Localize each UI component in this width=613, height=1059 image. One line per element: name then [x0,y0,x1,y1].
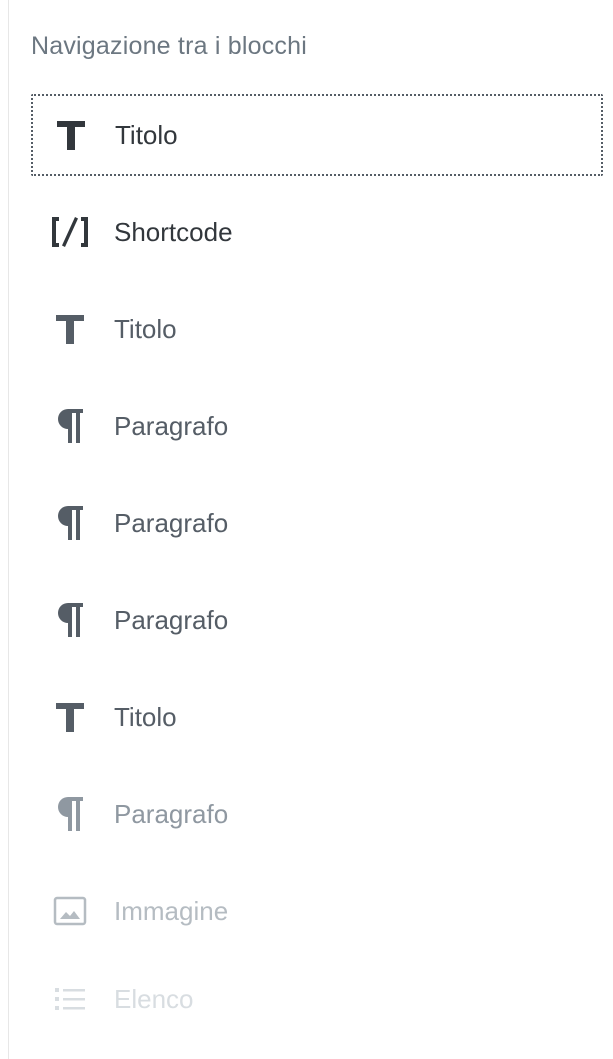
heading-icon [51,115,91,155]
shortcode-icon [50,212,90,252]
block-item-paragraph[interactable]: Paragrafo [31,385,603,467]
block-list: Titolo Shortcode Titolo Paragrafo Paragr… [31,94,603,1046]
block-item-image[interactable]: Immagine [31,870,603,952]
image-icon [50,891,90,931]
heading-icon [50,309,90,349]
block-item-label: Paragrafo [114,410,229,441]
block-item-label: Paragrafo [114,798,229,829]
block-item-label: Titolo [115,119,178,150]
block-item-shortcode[interactable]: Shortcode [31,191,603,273]
block-item-paragraph[interactable]: Paragrafo [31,482,603,564]
block-item-label: Titolo [114,313,177,344]
list-icon [50,979,90,1019]
block-item-label: Elenco [114,983,194,1014]
block-item-label: Paragrafo [114,507,229,538]
block-item-label: Immagine [114,895,229,926]
block-item-paragraph[interactable]: Paragrafo [31,773,603,855]
paragraph-icon [50,503,90,543]
paragraph-icon [50,406,90,446]
block-navigation-panel: Navigazione tra i blocchi Titolo Shortco… [8,0,613,1059]
block-item-list[interactable]: Elenco [31,967,603,1031]
block-item-paragraph[interactable]: Paragrafo [31,579,603,661]
heading-icon [50,697,90,737]
paragraph-icon [50,600,90,640]
paragraph-icon [50,794,90,834]
block-item-label: Titolo [114,701,177,732]
block-item-heading[interactable]: Titolo [31,94,603,176]
block-item-heading[interactable]: Titolo [31,676,603,758]
block-item-heading[interactable]: Titolo [31,288,603,370]
block-item-label: Paragrafo [114,604,229,635]
block-item-label: Shortcode [114,216,233,247]
panel-title: Navigazione tra i blocchi [31,32,307,60]
